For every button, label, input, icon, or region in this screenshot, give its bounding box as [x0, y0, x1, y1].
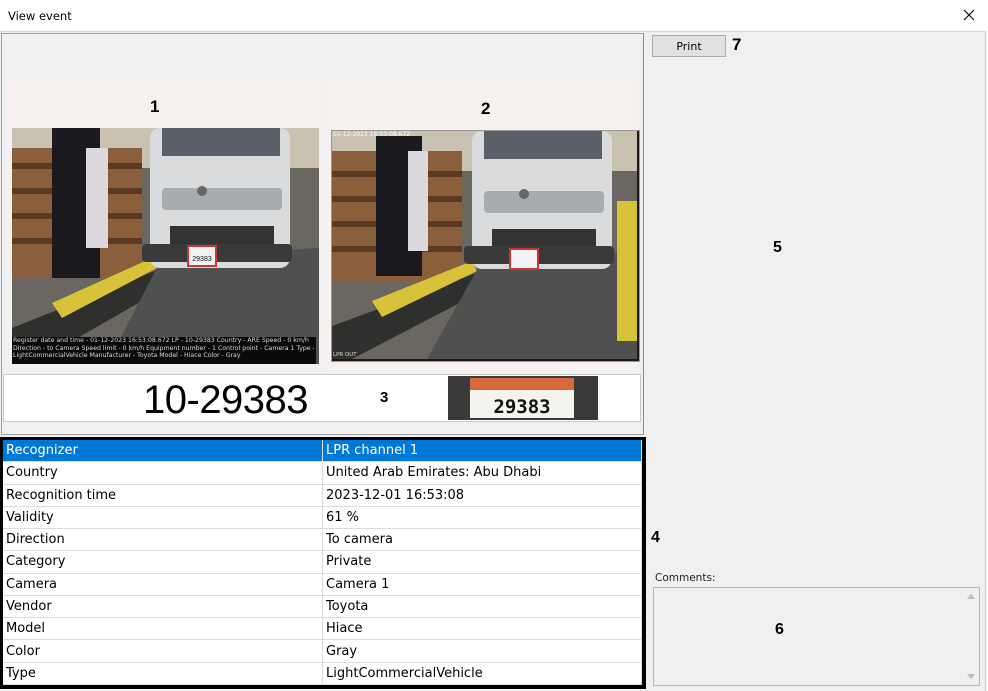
comments-label: Comments:	[655, 572, 716, 584]
scroll-up-icon[interactable]	[967, 594, 975, 599]
row-key: Direction	[3, 528, 323, 552]
row-value: To camera	[322, 528, 642, 552]
marker-5: 5	[773, 239, 782, 256]
print-button[interactable]: Print	[652, 35, 726, 57]
comments-textarea[interactable]	[653, 587, 980, 686]
table-row[interactable]: Model Hiace	[3, 617, 642, 641]
table-row[interactable]: Vendor Toyota	[3, 595, 642, 619]
plate-crop-text: 29383	[493, 396, 550, 418]
row-value: United Arab Emirates: Abu Dhabi	[322, 461, 642, 485]
vehicle-plate-text: 29383	[192, 256, 212, 263]
vehicle-overview-photo[interactable]	[331, 130, 640, 362]
table-row[interactable]: Validity 61 %	[3, 506, 642, 530]
caption-line: LightCommercialVehicle Manufacturer - To…	[13, 352, 241, 360]
marker-6: 6	[775, 621, 784, 638]
close-icon	[963, 9, 975, 21]
photo-caption: Register date and time - 01-12-2023 16:5…	[12, 337, 316, 364]
table-row[interactable]: Direction To camera	[3, 528, 642, 552]
marker-4: 4	[651, 529, 660, 546]
title-bar	[0, 0, 988, 32]
table-row[interactable]: Color Gray	[3, 639, 642, 663]
row-key: Type	[3, 662, 323, 686]
window-title: View event	[8, 9, 72, 23]
row-key: Country	[3, 461, 323, 485]
table-row[interactable]: Recognizer LPR channel 1	[3, 440, 642, 463]
table-row[interactable]: Country United Arab Emirates: Abu Dhabi	[3, 461, 642, 485]
recognized-plate-number: 10-29383	[143, 378, 309, 422]
row-key: Recognition time	[3, 484, 323, 507]
row-value: Toyota	[322, 595, 642, 619]
row-key: Validity	[3, 506, 323, 530]
overview-timestamp: 01-12-2023 16:53:08.672	[333, 131, 411, 138]
marker-3: 3	[380, 389, 389, 406]
row-key: Category	[3, 550, 323, 574]
row-value: 2023-12-01 16:53:08	[322, 484, 642, 507]
details-table: Recognizer LPR channel 1 Country United Ar…	[3, 440, 642, 686]
vehicle-photo-image: 29383	[12, 128, 319, 364]
row-value: 61 %	[322, 506, 642, 530]
row-value: LightCommercialVehicle	[322, 662, 642, 686]
comments-scrollbar[interactable]	[964, 588, 979, 685]
row-value: LPR channel 1	[322, 440, 642, 463]
vehicle-evidence-photo[interactable]: 29383	[12, 128, 319, 364]
table-row[interactable]: Category Private	[3, 550, 642, 574]
row-value: Private	[322, 550, 642, 574]
row-key: Model	[3, 617, 323, 641]
table-row[interactable]: Type LightCommercialVehicle	[3, 662, 642, 686]
row-value: Gray	[322, 639, 642, 663]
marker-1: 1	[150, 97, 160, 116]
caption-line: Register date and time - 01-12-2023 16:5…	[13, 337, 309, 344]
overview-photo-image	[332, 131, 637, 359]
caption-line: Direction - to Camera Speed limit - 0 km…	[13, 344, 315, 352]
overview-tag: LPR OUT	[333, 352, 357, 358]
row-value: Hiace	[322, 617, 642, 641]
table-row[interactable]: Recognition time 2023-12-01 16:53:08	[3, 484, 642, 507]
marker-2: 2	[481, 99, 491, 118]
row-key: Color	[3, 639, 323, 663]
row-key: Camera	[3, 573, 323, 596]
row-key: Vendor	[3, 595, 323, 619]
plate-crop-image: 29383	[448, 376, 598, 420]
scroll-down-icon[interactable]	[967, 674, 975, 679]
table-row[interactable]: Camera Camera 1	[3, 573, 642, 596]
row-value: Camera 1	[322, 573, 642, 596]
close-button[interactable]	[958, 4, 980, 26]
plate-crop-graphic: 29383	[448, 376, 598, 420]
row-key: Recognizer	[3, 440, 323, 463]
marker-7: 7	[732, 35, 742, 54]
